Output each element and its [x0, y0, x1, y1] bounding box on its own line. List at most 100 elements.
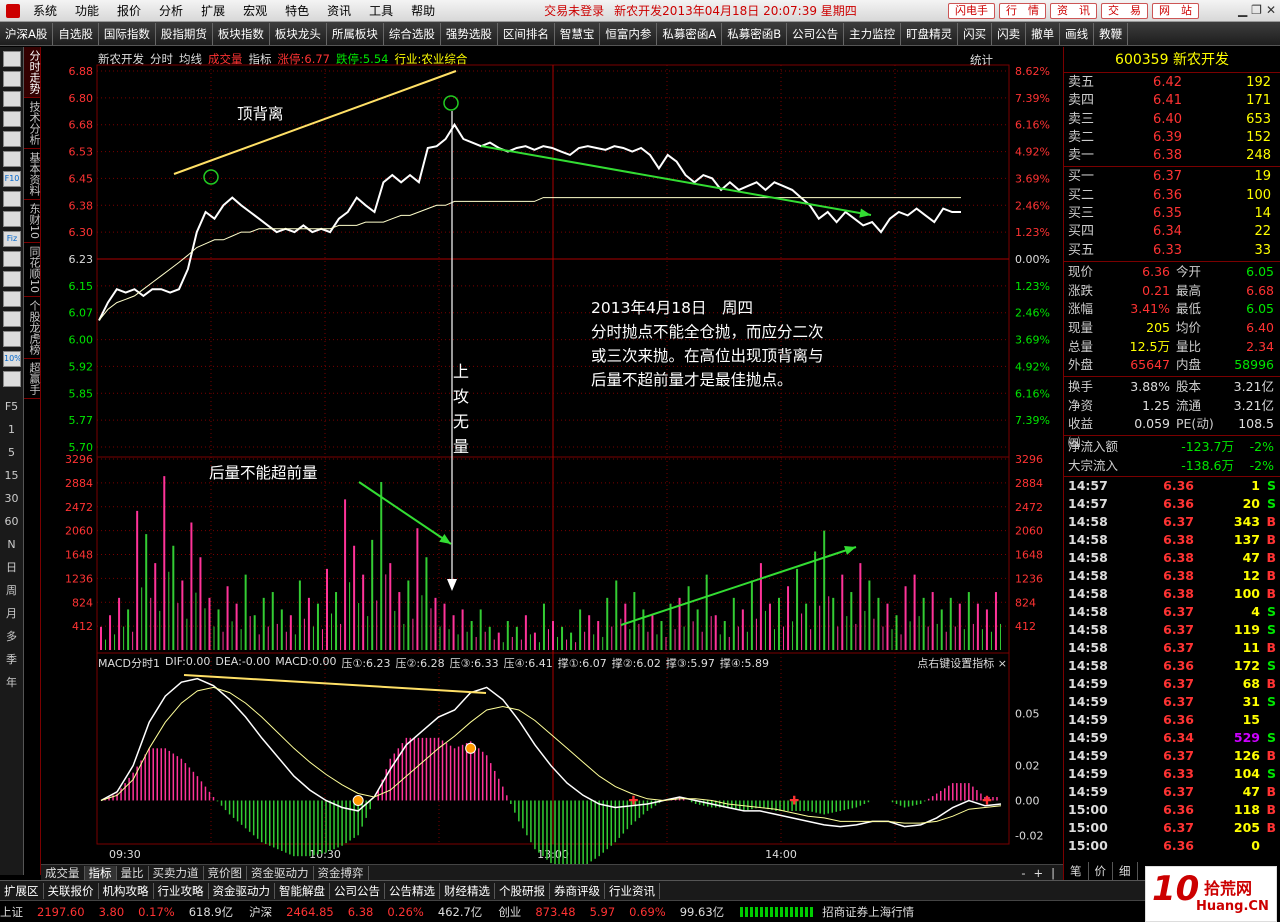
- grid-icon[interactable]: [3, 71, 21, 87]
- chart-volume-label[interactable]: 成交量: [208, 51, 243, 67]
- toolbar-button[interactable]: 私募密函A: [657, 22, 723, 45]
- view-tab[interactable]: 基本资料: [24, 149, 41, 200]
- menu-item[interactable]: 资讯: [318, 2, 360, 19]
- toolbar-button[interactable]: 盯盘精灵: [901, 22, 959, 45]
- quicklink-button[interactable]: 交 易: [1101, 3, 1148, 19]
- info-tab[interactable]: 公告精选: [385, 882, 440, 899]
- toolbar-button[interactable]: 智慧宝: [555, 22, 601, 45]
- toolbar-button[interactable]: 闪买: [958, 22, 993, 45]
- toolbar-button[interactable]: 公司公告: [787, 22, 845, 45]
- info-tab[interactable]: 扩展区: [0, 882, 44, 899]
- index-item[interactable]: 创业 873.48 5.97 0.69% 99.63亿: [498, 904, 732, 920]
- toolbar-button[interactable]: 教鞭: [1094, 22, 1129, 45]
- view-tab[interactable]: 技术分析: [24, 98, 41, 149]
- toolbar-button[interactable]: 画线: [1060, 22, 1095, 45]
- news-icon[interactable]: [3, 151, 21, 167]
- order-price[interactable]: 6.35: [1108, 205, 1182, 223]
- chart-icon[interactable]: [3, 91, 21, 107]
- rank-icon[interactable]: [3, 331, 21, 347]
- period-button[interactable]: 多: [0, 625, 23, 648]
- toolbar-button[interactable]: 恒富内参: [600, 22, 658, 45]
- stats-button[interactable]: 统计: [970, 52, 993, 68]
- toolbar-button[interactable]: 股指期货: [156, 22, 213, 45]
- info-tab[interactable]: 机构攻略: [99, 882, 154, 899]
- order-price[interactable]: 6.38: [1108, 147, 1182, 165]
- index-item[interactable]: 上证 2197.60 3.80 0.17% 618.9亿: [0, 904, 241, 920]
- chart-mode-2[interactable]: 均线: [179, 51, 202, 67]
- quicklink-button[interactable]: 闪电手: [948, 3, 995, 19]
- info-tab[interactable]: 个股研报: [495, 882, 550, 899]
- period-button[interactable]: 周: [0, 579, 23, 602]
- toolbar-button[interactable]: 综合选股: [384, 22, 441, 45]
- menu-item[interactable]: 功能: [66, 2, 108, 19]
- tick-tab[interactable]: 价: [1089, 862, 1113, 880]
- tick-tab[interactable]: 笔: [1064, 862, 1089, 880]
- f5-button[interactable]: F5: [0, 395, 23, 418]
- bars-icon[interactable]: [3, 251, 21, 267]
- chart-mode-1[interactable]: 分时: [150, 51, 173, 67]
- info-tab[interactable]: 行业资讯: [605, 882, 660, 899]
- toolbar-button[interactable]: 强势选股: [441, 22, 498, 45]
- info-tab[interactable]: 行业攻略: [154, 882, 209, 899]
- nav-button[interactable]: +: [1029, 866, 1047, 880]
- minimize-icon[interactable]: ▁: [1238, 3, 1247, 17]
- toolbar-button[interactable]: 撤单: [1026, 22, 1061, 45]
- f10-icon[interactable]: [3, 211, 21, 227]
- toolbar-button[interactable]: 板块龙头: [270, 22, 327, 45]
- nav-button[interactable]: |: [1047, 866, 1059, 880]
- toolbar-button[interactable]: 国际指数: [99, 22, 156, 45]
- tick-tab[interactable]: 细: [1113, 862, 1138, 880]
- doc-icon[interactable]: [3, 191, 21, 207]
- nav-button[interactable]: -: [1017, 866, 1029, 880]
- order-price[interactable]: 6.36: [1108, 187, 1182, 205]
- chart-canvas[interactable]: 6.88 6.80 6.68 6.53 6.45 6.38 6.30 6.23 6.15 6.07…: [41, 47, 1063, 864]
- indicator-tab[interactable]: 买卖力道: [149, 865, 204, 880]
- monitor-icon[interactable]: [3, 291, 21, 307]
- toolbar-button[interactable]: 自选股: [53, 22, 99, 45]
- percent-icon[interactable]: 10%: [3, 351, 21, 367]
- index-item[interactable]: 沪深 2464.85 6.38 0.26% 462.7亿: [249, 904, 490, 920]
- info-tab[interactable]: 资金驱动力: [209, 882, 275, 899]
- order-price[interactable]: 6.39: [1108, 129, 1182, 147]
- toolbar-button[interactable]: 闪卖: [992, 22, 1027, 45]
- quicklink-button[interactable]: 网 站: [1152, 3, 1199, 19]
- period-button[interactable]: 月: [0, 602, 23, 625]
- order-price[interactable]: 6.37: [1108, 168, 1182, 186]
- period-button[interactable]: 季: [0, 648, 23, 671]
- menu-item[interactable]: 特色: [276, 2, 318, 19]
- period-button[interactable]: 60: [0, 510, 23, 533]
- order-price[interactable]: 6.40: [1108, 111, 1182, 129]
- view-tab[interactable]: 东财10: [24, 200, 41, 243]
- info-tab[interactable]: 券商评级: [550, 882, 605, 899]
- toolbar-button[interactable]: 主力监控: [844, 22, 902, 45]
- list-icon[interactable]: [3, 51, 21, 67]
- menu-item[interactable]: 分析: [150, 2, 192, 19]
- indicator-tab[interactable]: 量比: [117, 865, 149, 880]
- info-tab[interactable]: 智能解盘: [275, 882, 330, 899]
- page-icon[interactable]: [3, 131, 21, 147]
- order-price[interactable]: 6.41: [1108, 92, 1182, 110]
- period-button[interactable]: 15: [0, 464, 23, 487]
- order-price[interactable]: 6.33: [1108, 242, 1182, 260]
- quicklink-button[interactable]: 资 讯: [1050, 3, 1097, 19]
- view-tab[interactable]: 同花顺10: [24, 243, 41, 297]
- chart-indicator-label[interactable]: 指标: [249, 51, 272, 67]
- compare-icon[interactable]: [3, 311, 21, 327]
- pen-icon[interactable]: [3, 371, 21, 387]
- macd-hint[interactable]: 点右键设置指标 ×: [917, 655, 1007, 671]
- restore-icon[interactable]: ❐: [1251, 3, 1262, 17]
- menu-item[interactable]: 扩展: [192, 2, 234, 19]
- info-tab[interactable]: 财经精选: [440, 882, 495, 899]
- toolbar-button[interactable]: 所属板块: [327, 22, 384, 45]
- toolbar-button[interactable]: 板块指数: [213, 22, 270, 45]
- period-button[interactable]: 年: [0, 671, 23, 694]
- indicator-tab[interactable]: 指标: [84, 865, 117, 880]
- menu-item[interactable]: 系统: [24, 2, 66, 19]
- indicator-tab[interactable]: 成交量: [41, 865, 85, 880]
- view-tab[interactable]: 超赢手: [24, 359, 41, 399]
- close-icon[interactable]: ✕: [1266, 3, 1276, 17]
- period-button[interactable]: 日: [0, 556, 23, 579]
- toolbar-button[interactable]: 沪深A股: [0, 22, 54, 45]
- menu-item[interactable]: 帮助: [402, 2, 444, 19]
- period-button[interactable]: 30: [0, 487, 23, 510]
